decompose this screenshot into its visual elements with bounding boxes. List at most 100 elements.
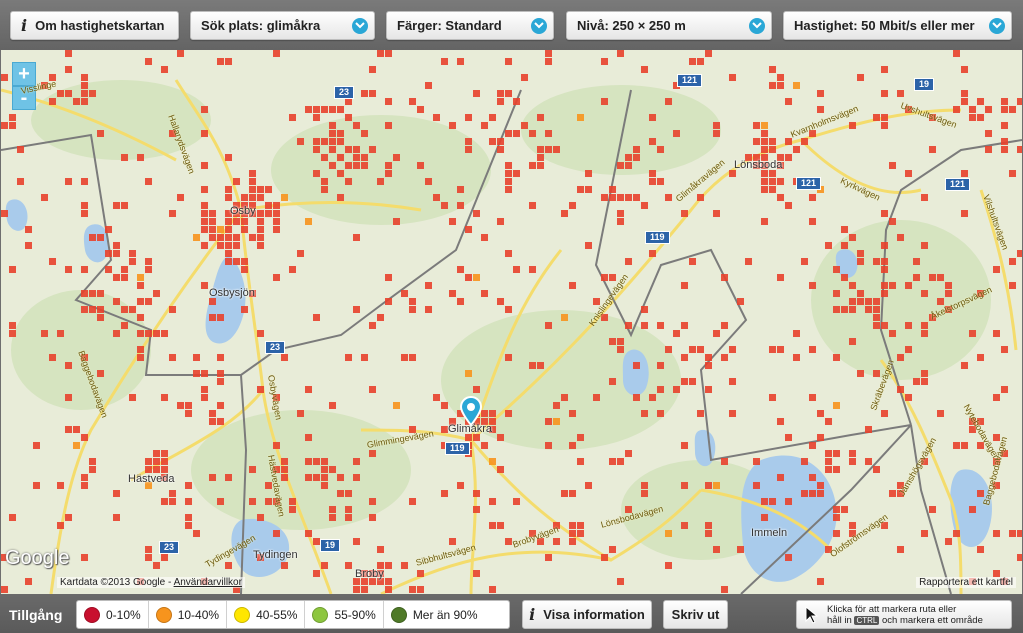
coverage-cell [825,450,832,457]
coverage-cell [185,514,192,521]
coverage-cell [801,258,808,265]
coverage-cell [561,394,568,401]
road-shield: 119 [445,442,470,455]
coverage-cell [1001,98,1008,105]
coverage-cell [481,442,488,449]
coverage-map[interactable]: + - Osby Osbysjön Glimåkra Hästveda Brob… [1,50,1022,594]
coverage-cell [729,170,736,177]
coverage-cell [953,442,960,449]
coverage-cell [953,530,960,537]
coverage-cell [41,330,48,337]
coverage-cell [137,354,144,361]
coverage-cell [761,498,768,505]
coverage-cell [585,242,592,249]
coverage-cell [305,434,312,441]
search-place-dropdown[interactable]: Sök plats: glimåkra [190,11,375,40]
coverage-cell [425,306,432,313]
coverage-cell [137,298,144,305]
coverage-cell [273,210,280,217]
coverage-cell [89,466,96,473]
coverage-cell [545,322,552,329]
coverage-cell [825,242,832,249]
about-button[interactable]: i Om hastighetskartan [10,11,179,40]
coverage-cell [1001,106,1008,113]
coverage-cell [321,482,328,489]
coverage-cell [473,210,480,217]
coverage-cell [321,154,328,161]
coverage-cell [377,50,384,57]
coverage-cell [801,490,808,497]
coverage-cell [473,386,480,393]
legend-swatch [84,606,100,623]
place-label: Osby [230,205,256,217]
coverage-cell [313,138,320,145]
coverage-cell [657,386,664,393]
coverage-cell [145,178,152,185]
legend-swatch [390,606,407,623]
coverage-cell [769,138,776,145]
coverage-cell [761,130,768,137]
coverage-cell [409,98,416,105]
coverage-cell [457,202,464,209]
coverage-cell [161,466,168,473]
coverage-cell [481,234,488,241]
coverage-cell [513,498,520,505]
coverage-cell [865,306,872,313]
colors-dropdown[interactable]: Färger: Standard [386,11,554,40]
coverage-cell [281,458,288,465]
terms-link[interactable]: Användarvillkor [174,577,242,588]
coverage-cell [841,274,848,281]
coverage-cell [145,58,152,65]
coverage-cell [489,586,496,593]
coverage-cell [993,330,1000,337]
coverage-cell [105,250,112,257]
google-logo: Google [5,547,70,569]
coverage-cell [33,482,40,489]
print-button[interactable]: Skriv ut [663,600,728,629]
coverage-cell [9,322,16,329]
coverage-cell [761,178,768,185]
report-map-error-link[interactable]: Rapportera ett kartfel [916,577,1016,588]
coverage-cell [849,234,856,241]
coverage-cell [937,410,944,417]
coverage-cell [681,354,688,361]
coverage-cell [465,226,472,233]
location-pin-icon[interactable] [459,396,483,431]
coverage-cell [369,498,376,505]
speed-dropdown[interactable]: Hastighet: 50 Mbit/s eller mer [783,11,1012,40]
coverage-cell [761,514,768,521]
coverage-cell [617,50,624,57]
coverage-cell [601,194,608,201]
coverage-cell [329,130,336,137]
coverage-cell [417,586,424,593]
show-information-button[interactable]: i Visa information [522,600,652,629]
coverage-cell [369,450,376,457]
coverage-grid[interactable] [1,50,1022,594]
coverage-cell [865,426,872,433]
coverage-cell [809,218,816,225]
coverage-cell [81,178,88,185]
level-dropdown[interactable]: Nivå: 250 × 250 m [566,11,772,40]
legend: 0-10% 10-40% 40-55% 55-90% Mer än 90% [76,600,510,629]
coverage-cell [289,498,296,505]
coverage-cell [217,402,224,409]
coverage-cell [305,474,312,481]
coverage-cell [665,562,672,569]
coverage-cell [257,210,264,217]
coverage-cell [793,146,800,153]
coverage-cell [849,458,856,465]
coverage-cell [337,106,344,113]
coverage-cell [889,330,896,337]
coverage-cell [121,274,128,281]
show-information-label: Visa information [543,607,645,622]
coverage-cell [305,386,312,393]
coverage-cell [385,162,392,169]
coverage-cell [113,298,120,305]
coverage-cell [1017,554,1022,561]
coverage-cell [617,194,624,201]
coverage-cell [625,322,632,329]
coverage-cell [873,466,880,473]
coverage-cell [505,90,512,97]
coverage-cell [401,354,408,361]
coverage-cell [137,314,144,321]
